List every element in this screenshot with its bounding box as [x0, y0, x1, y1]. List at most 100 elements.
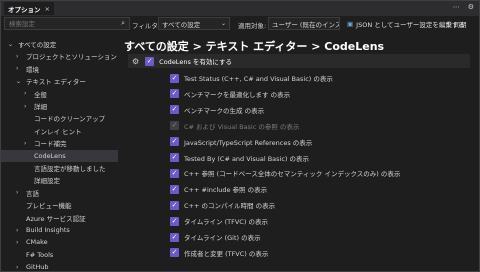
- tab-options[interactable]: オプション ×: [4, 2, 54, 15]
- sidebar-item-label: 詳細: [34, 103, 47, 111]
- codelens-option[interactable]: ✓ C++ のコンパイル時間 の表示: [170, 199, 275, 211]
- sidebar-item-label: CodeLens: [34, 151, 66, 160]
- tab-title: オプション: [8, 5, 41, 14]
- option-label: Test Status (C++, C# and Visual Basic) の…: [184, 75, 333, 83]
- codelens-option: ✓ C# および Visual Basic の参照 の表示: [170, 120, 299, 132]
- chevron-right-icon[interactable]: ›: [16, 65, 22, 72]
- codelens-option[interactable]: ✓ ベンチマークを最適化します の表示: [170, 88, 290, 100]
- chevron-down-icon[interactable]: ⌄: [8, 41, 14, 48]
- option-label: ベンチマークを最適化します の表示: [184, 90, 291, 99]
- codelens-option[interactable]: ✓ C++ 参照 (コードベース全体のセマンティック インデックスのみ) の表示: [170, 167, 400, 179]
- sidebar-item[interactable]: › 詳細: [0, 100, 47, 112]
- chevron-right-icon[interactable]: ›: [16, 239, 22, 246]
- sidebar-item[interactable]: › 言語: [0, 187, 39, 199]
- option-checkbox[interactable]: ✓: [170, 153, 179, 162]
- option-checkbox[interactable]: ✓: [170, 232, 179, 242]
- option-label: Tested By (C# and Visual Basic) の表示: [184, 154, 310, 163]
- sidebar-item[interactable]: 詳細設定: [0, 174, 60, 186]
- sidebar-item-label: CMake: [26, 238, 48, 247]
- option-label: タイムライン (Git) の表示: [184, 234, 261, 242]
- sync-button[interactable]: ⟲ 同期: [446, 17, 466, 30]
- sidebar-item-label: 全般: [34, 90, 47, 99]
- sidebar-item[interactable]: › Build Insights: [0, 224, 70, 236]
- chevron-right-icon[interactable]: ›: [16, 53, 22, 60]
- chevron-right-icon[interactable]: ›: [16, 189, 22, 196]
- chevron-right-icon[interactable]: ›: [24, 90, 30, 97]
- sidebar-item[interactable]: › 環境: [0, 63, 39, 75]
- option-checkbox[interactable]: ✓: [170, 248, 179, 258]
- codelens-option[interactable]: ✓ Test Status (C++, C# and Visual Basic) …: [170, 72, 333, 84]
- sidebar-item[interactable]: 言語設定が移動しました: [0, 162, 106, 174]
- sidebar-item[interactable]: Azure サービス認証: [0, 212, 86, 224]
- apply-select[interactable]: ユーザー (既在のインストール) ⌄: [268, 17, 340, 30]
- option-label: C# および Visual Basic の参照 の表示: [184, 122, 300, 131]
- option-checkbox[interactable]: ✓: [170, 200, 179, 210]
- sidebar-item-label: プロジェクトとソリューション: [26, 53, 117, 62]
- sidebar-item-label: Build Insights: [26, 226, 70, 234]
- option-label: JavaScript/TypeScript References の表示: [184, 138, 313, 147]
- more-options-icon[interactable]: ⋯: [453, 3, 460, 11]
- sidebar-item-label: インレイ ヒント: [34, 127, 82, 136]
- sidebar-item[interactable]: › コード補完: [0, 137, 67, 149]
- codelens-option[interactable]: ✓ 作成者と変更 (TFVC) の表示: [170, 247, 268, 259]
- option-label: C++ 参照 (コードベース全体のセマンティック インデックスのみ) の表示: [184, 170, 401, 179]
- sidebar-item[interactable]: コードのクリーンアップ: [0, 112, 105, 124]
- sidebar-item-label: GitHub: [26, 263, 49, 272]
- sidebar-item[interactable]: › GitHub: [0, 261, 49, 272]
- apply-value: ユーザー (既在のインストール): [272, 20, 339, 29]
- sidebar-item[interactable]: CodeLens: [0, 149, 118, 162]
- sidebar-item[interactable]: プレビュー機能: [0, 199, 72, 211]
- chevron-down-icon[interactable]: ⌄: [16, 78, 22, 85]
- sidebar-item-label: コードのクリーンアップ: [34, 115, 106, 124]
- sidebar-item[interactable]: › プロジェクトとソリューション: [0, 50, 117, 62]
- sidebar-item-label: 詳細設定: [34, 177, 60, 186]
- sidebar-item-label: すべての設定: [18, 41, 57, 49]
- sidebar-item[interactable]: ⌄ テキスト エディター: [0, 75, 86, 87]
- search-box[interactable]: ⌕: [4, 17, 130, 30]
- sidebar-item-label: テキスト エディター: [26, 78, 86, 87]
- sidebar-item[interactable]: › CMake: [0, 236, 48, 248]
- gear-icon[interactable]: ⚙: [132, 57, 139, 66]
- option-label: ベンチマークの生成 の表示: [184, 106, 265, 115]
- sidebar-item-label: 環境: [26, 65, 39, 74]
- chevron-right-icon[interactable]: ›: [24, 103, 30, 110]
- codelens-option[interactable]: ✓ タイムライン (TFVC) の表示: [170, 215, 268, 227]
- close-tab-icon[interactable]: ×: [45, 5, 50, 13]
- codelens-option[interactable]: ✓ タイムライン (Git) の表示: [170, 231, 261, 243]
- option-checkbox[interactable]: ✓: [170, 168, 179, 178]
- filter-select[interactable]: すべての設定 ⌄: [158, 17, 230, 30]
- option-checkbox[interactable]: ✓: [170, 184, 179, 194]
- chevron-right-icon[interactable]: ›: [16, 227, 22, 234]
- chevron-right-icon[interactable]: ›: [16, 264, 22, 271]
- search-icon[interactable]: ⌕: [121, 19, 125, 28]
- sidebar-item[interactable]: › 全般: [0, 88, 47, 100]
- option-checkbox[interactable]: ✓: [170, 73, 179, 83]
- gear-icon[interactable]: ⚙: [468, 3, 474, 11]
- apply-label: 適用対象:: [238, 22, 267, 30]
- option-checkbox[interactable]: ✓: [170, 105, 179, 115]
- codelens-option[interactable]: ✓ C++ #include 参照 の表示: [170, 183, 267, 195]
- option-checkbox: ✓: [170, 121, 179, 131]
- sidebar-item-label: Azure サービス認証: [26, 214, 86, 223]
- option-checkbox[interactable]: ✓: [170, 216, 179, 226]
- codelens-option[interactable]: ✓ ベンチマークの生成 の表示: [170, 104, 264, 116]
- sidebar-item[interactable]: ⌄ すべての設定: [0, 38, 56, 50]
- sidebar-item-label: 言語: [26, 189, 39, 198]
- sidebar-item-label: プレビュー機能: [26, 202, 72, 211]
- search-input[interactable]: [9, 19, 109, 28]
- option-checkbox[interactable]: ✓: [170, 137, 179, 147]
- codelens-option[interactable]: ✓ Tested By (C# and Visual Basic) の表示: [170, 152, 309, 164]
- option-label: C++ #include 参照 の表示: [184, 186, 268, 195]
- filter-value: すべての設定: [162, 20, 201, 29]
- sidebar-item[interactable]: インレイ ヒント: [0, 125, 82, 137]
- enable-codelens-checkbox[interactable]: ✓: [145, 56, 155, 66]
- settings-tree: ⌄ すべての設定 › プロジェクトとソリューション › 環境 ⌄ テキスト エディター › 全般 ›…: [0, 36, 118, 272]
- chevron-right-icon[interactable]: ›: [24, 140, 30, 147]
- sidebar-item[interactable]: F# Tools: [0, 249, 53, 261]
- codelens-option[interactable]: ✓ JavaScript/TypeScript References の表示: [170, 136, 312, 148]
- enable-codelens-label: CodeLens を有効にする: [159, 58, 232, 66]
- option-checkbox[interactable]: ✓: [170, 89, 179, 99]
- json-file-icon: ▣: [347, 19, 354, 28]
- option-label: タイムライン (TFVC) の表示: [184, 218, 268, 227]
- sidebar-item-label: 言語設定が移動しました: [34, 165, 106, 173]
